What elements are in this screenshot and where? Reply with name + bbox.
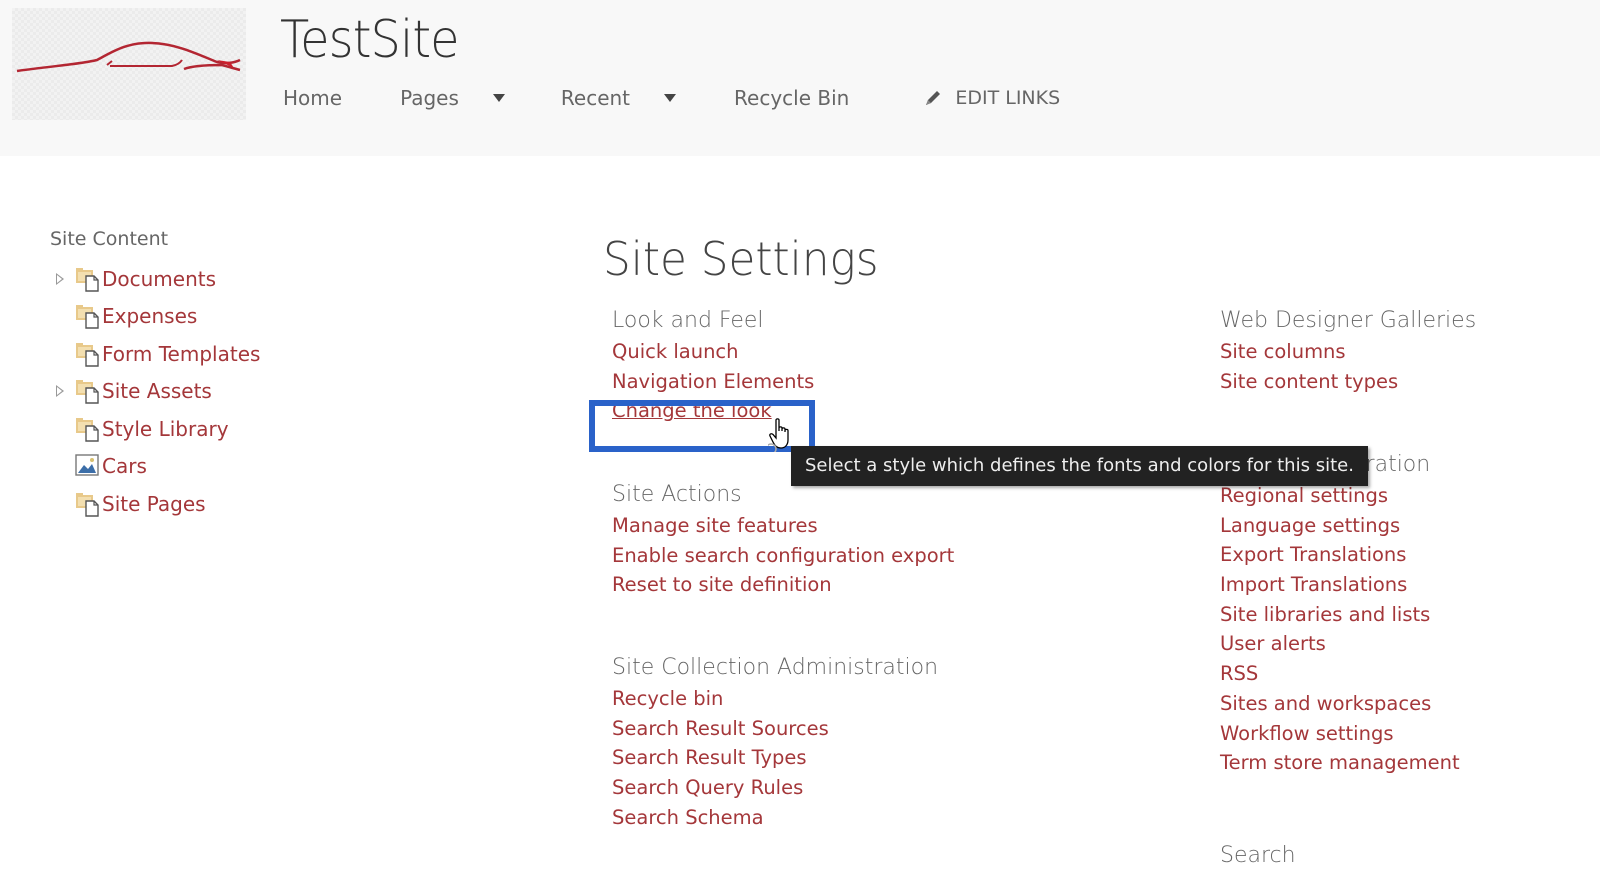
- sidebar-item-label: Site Assets: [102, 379, 212, 404]
- sidebar-item-label: Site Pages: [102, 491, 206, 516]
- document-library-icon: [74, 302, 102, 330]
- picture-library-icon: [74, 452, 102, 480]
- top-navigation: Home Pages Recent Recycle Bin EDIT LINKS: [283, 82, 1060, 114]
- expand-arrow-icon[interactable]: [56, 385, 64, 398]
- nav-pages[interactable]: Pages: [400, 86, 505, 110]
- link-search-result-sources[interactable]: Search Result Sources: [612, 714, 938, 744]
- link-search-query-rules[interactable]: Search Query Rules: [612, 773, 938, 803]
- link-manage-site-features[interactable]: Manage site features: [612, 511, 954, 541]
- document-library-icon: [74, 340, 102, 368]
- section-heading: Site Collection Administration: [612, 655, 939, 680]
- link-quick-launch[interactable]: Quick launch: [612, 337, 814, 367]
- section-web-designer-galleries: Web Designer Galleries Site columns Site…: [1220, 305, 1476, 396]
- section-site-administration: Site Administration Regional settings La…: [1220, 449, 1460, 778]
- nav-home-label: Home: [283, 86, 343, 110]
- site-content-tree: Documents Expenses Form Templates Site Asse…: [50, 260, 350, 523]
- nav-recent[interactable]: Recent: [560, 86, 677, 110]
- link-search-schema[interactable]: Search Schema: [612, 803, 938, 833]
- sidebar-item-documents[interactable]: Documents: [50, 260, 350, 298]
- sidebar-item-site-assets[interactable]: Site Assets: [50, 373, 350, 411]
- document-library-icon: [74, 415, 102, 443]
- sidebar-item-expenses[interactable]: Expenses: [50, 298, 350, 336]
- link-navigation-elements[interactable]: Navigation Elements: [612, 367, 814, 397]
- link-export-translations[interactable]: Export Translations: [1220, 540, 1460, 570]
- edit-links-button[interactable]: EDIT LINKS: [923, 87, 1060, 109]
- sidebar-item-cars[interactable]: Cars: [50, 448, 350, 486]
- link-enable-search-config-export[interactable]: Enable search configuration export: [612, 541, 954, 571]
- link-recycle-bin[interactable]: Recycle bin: [612, 684, 938, 714]
- link-search-result-types[interactable]: Search Result Types: [612, 743, 938, 773]
- nav-pages-label: Pages: [400, 86, 459, 110]
- sidebar-item-label: Form Templates: [102, 341, 261, 366]
- sidebar-item-style-library[interactable]: Style Library: [50, 410, 350, 448]
- document-library-icon: [74, 490, 102, 518]
- quick-launch: Site Content Documents Expenses Form Templ…: [50, 228, 350, 523]
- edit-links-label: EDIT LINKS: [955, 87, 1061, 109]
- sidebar-item-label: Documents: [102, 266, 217, 291]
- link-site-libraries-and-lists[interactable]: Site libraries and lists: [1220, 600, 1460, 630]
- site-title[interactable]: TestSite: [280, 10, 460, 70]
- sidebar-item-label: Expenses: [102, 304, 198, 329]
- sidebar-item-label: Cars: [102, 454, 147, 479]
- sidebar-item-site-pages[interactable]: Site Pages: [50, 485, 350, 523]
- link-language-settings[interactable]: Language settings: [1220, 511, 1460, 541]
- link-rss[interactable]: RSS: [1220, 659, 1460, 689]
- tooltip: Select a style which defines the fonts a…: [791, 446, 1368, 486]
- document-library-icon: [74, 377, 102, 405]
- caret-down-icon[interactable]: [492, 94, 505, 102]
- nav-recycle-bin-label: Recycle Bin: [734, 86, 850, 110]
- section-site-actions: Site Actions Manage site features Enable…: [612, 479, 954, 600]
- link-user-alerts[interactable]: User alerts: [1220, 629, 1460, 659]
- nav-recycle-bin[interactable]: Recycle Bin: [734, 86, 849, 110]
- caret-down-icon[interactable]: [664, 94, 677, 102]
- pencil-icon: [926, 91, 941, 105]
- site-logo[interactable]: [12, 8, 246, 120]
- link-workflow-settings[interactable]: Workflow settings: [1220, 719, 1460, 749]
- link-change-the-look[interactable]: Change the look: [612, 396, 814, 426]
- nav-home[interactable]: Home: [283, 86, 342, 110]
- nav-recent-label: Recent: [560, 86, 631, 110]
- site-header: TestSite Home Pages Recent Recycle Bin E…: [0, 0, 1600, 156]
- link-sites-and-workspaces[interactable]: Sites and workspaces: [1220, 689, 1460, 719]
- sidebar-item-label: Style Library: [102, 416, 229, 441]
- sidebar-title[interactable]: Site Content: [50, 228, 350, 250]
- document-library-icon: [74, 265, 102, 293]
- sidebar-item-form-templates[interactable]: Form Templates: [50, 335, 350, 373]
- link-term-store-management[interactable]: Term store management: [1220, 748, 1460, 778]
- section-heading: Web Designer Galleries: [1220, 308, 1477, 333]
- expand-arrow-icon[interactable]: [56, 272, 64, 285]
- car-logo-icon: [16, 41, 241, 73]
- link-site-content-types[interactable]: Site content types: [1220, 367, 1476, 397]
- section-search: Search: [1220, 840, 1296, 872]
- section-look-and-feel: Look and Feel Quick launch Navigation El…: [612, 305, 814, 426]
- link-reset-to-site-definition[interactable]: Reset to site definition: [612, 570, 954, 600]
- section-heading: Look and Feel: [612, 308, 764, 333]
- link-site-columns[interactable]: Site columns: [1220, 337, 1476, 367]
- page-title: Site Settings: [603, 232, 879, 286]
- link-import-translations[interactable]: Import Translations: [1220, 570, 1460, 600]
- section-heading: Search: [1220, 843, 1296, 868]
- section-site-collection-admin: Site Collection Administration Recycle b…: [612, 652, 938, 832]
